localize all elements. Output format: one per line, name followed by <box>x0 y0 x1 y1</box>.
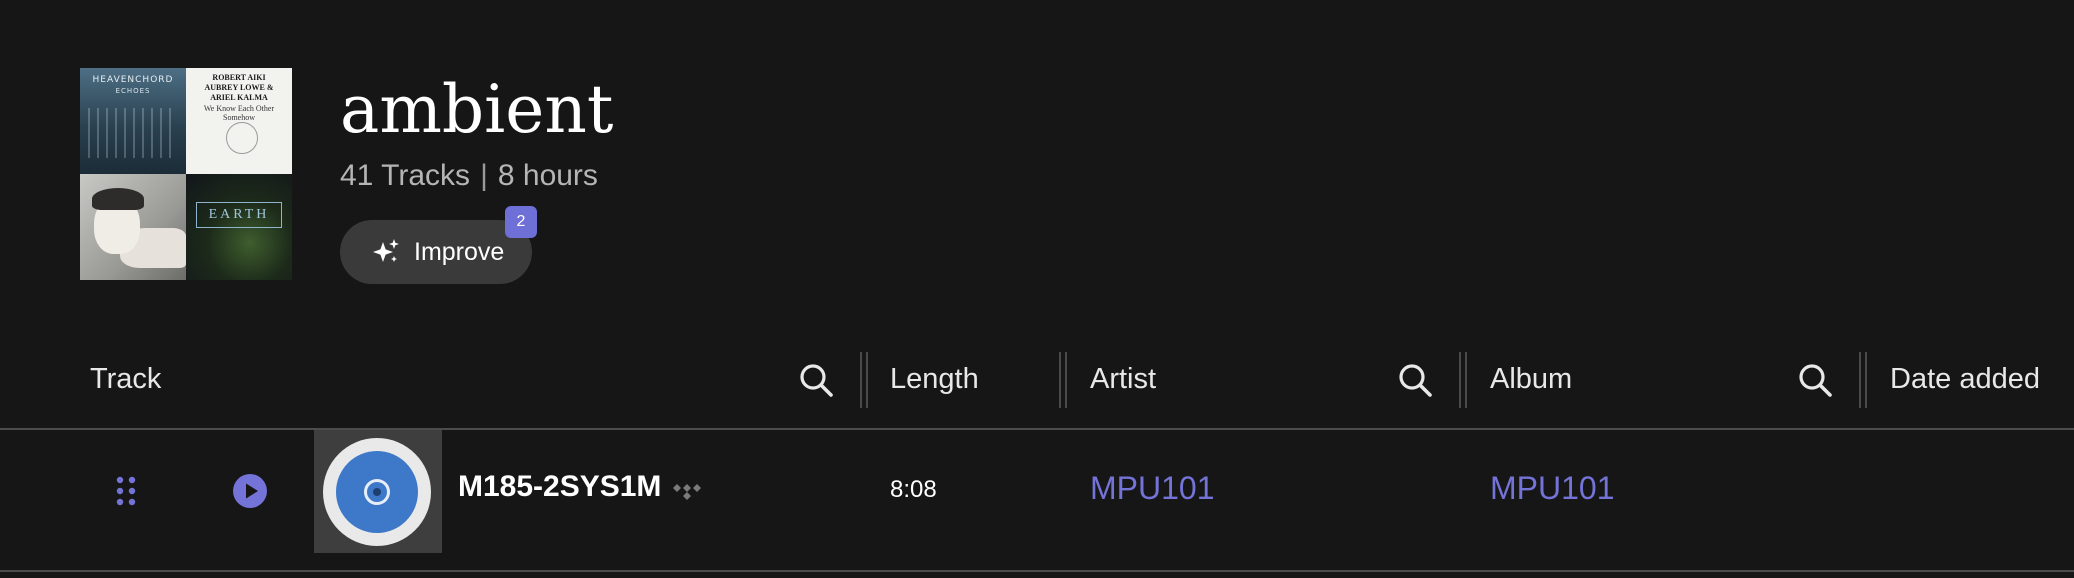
cover-tile-artwork <box>226 122 258 154</box>
track-artwork <box>314 430 442 553</box>
column-header-album[interactable]: Album <box>1490 363 1572 396</box>
drag-handle-icon[interactable] <box>114 475 138 507</box>
artist-search-icon[interactable] <box>1397 362 1433 398</box>
track-artist-link[interactable]: MPU101 <box>1090 470 1215 507</box>
improve-button[interactable]: Improve <box>340 220 532 284</box>
column-resize-handle[interactable] <box>1459 352 1467 408</box>
cover-tile-earth: EARTH <box>186 174 292 280</box>
playlist-duration: 8 hours <box>497 159 598 192</box>
cover-tile-text: ARIEL KALMA <box>210 93 268 102</box>
cover-tile-text: We Know Each Other <box>203 104 275 113</box>
track-album-link[interactable]: MPU101 <box>1490 470 1615 507</box>
row-divider <box>0 570 2074 572</box>
cover-tile-text: Somehow <box>223 113 255 122</box>
artwork-label <box>336 451 418 533</box>
column-header-length[interactable]: Length <box>890 363 979 396</box>
cover-tile-robert-aiki: ROBERT AIKI AUBREY LOWE & ARIEL KALMA We… <box>186 68 292 174</box>
track-count: 41 Tracks <box>340 159 471 192</box>
cover-tile-heavenchord: HEAVENCHORD ECHOES <box>80 68 186 174</box>
column-header-artist[interactable]: Artist <box>1090 363 1156 396</box>
cover-tile-text: EARTH <box>208 207 270 222</box>
cover-tile-text: HEAVENCHORD <box>92 75 174 85</box>
cover-tile-text: ECHOES <box>115 87 151 95</box>
playlist-title: ambient <box>340 71 614 148</box>
column-resize-handle[interactable] <box>860 352 868 408</box>
column-header-track[interactable]: Track <box>90 363 161 396</box>
track-search-icon[interactable] <box>798 362 834 398</box>
improve-count-badge: 2 <box>505 206 537 238</box>
column-resize-handle[interactable] <box>1059 352 1067 408</box>
cover-tile-artwork <box>92 188 144 210</box>
column-resize-handle[interactable] <box>1859 352 1867 408</box>
track-length: 8:08 <box>890 476 937 503</box>
tidal-icon <box>673 484 701 500</box>
playlist-meta: 41 Tracks | 8 hours <box>340 159 598 193</box>
column-header-date-added[interactable]: Date added <box>1890 363 2040 396</box>
meta-separator: | <box>480 159 488 192</box>
cover-tile-artwork <box>88 108 178 158</box>
improve-label: Improve <box>414 237 505 266</box>
album-search-icon[interactable] <box>1797 362 1833 398</box>
sparkles-icon <box>373 239 399 262</box>
play-icon[interactable] <box>232 473 268 509</box>
table-row[interactable]: M185-2SYS1M 8:08 MPU101 MPU101 <box>0 430 2074 570</box>
playlist-cover-collage: HEAVENCHORD ECHOES ROBERT AIKI AUBREY LO… <box>80 68 292 280</box>
cover-tile-text: ROBERT AIKI <box>212 73 266 82</box>
cover-tile-portrait <box>80 174 186 280</box>
cover-tile-text: AUBREY LOWE & <box>204 83 274 92</box>
track-title[interactable]: M185-2SYS1M <box>458 470 661 504</box>
